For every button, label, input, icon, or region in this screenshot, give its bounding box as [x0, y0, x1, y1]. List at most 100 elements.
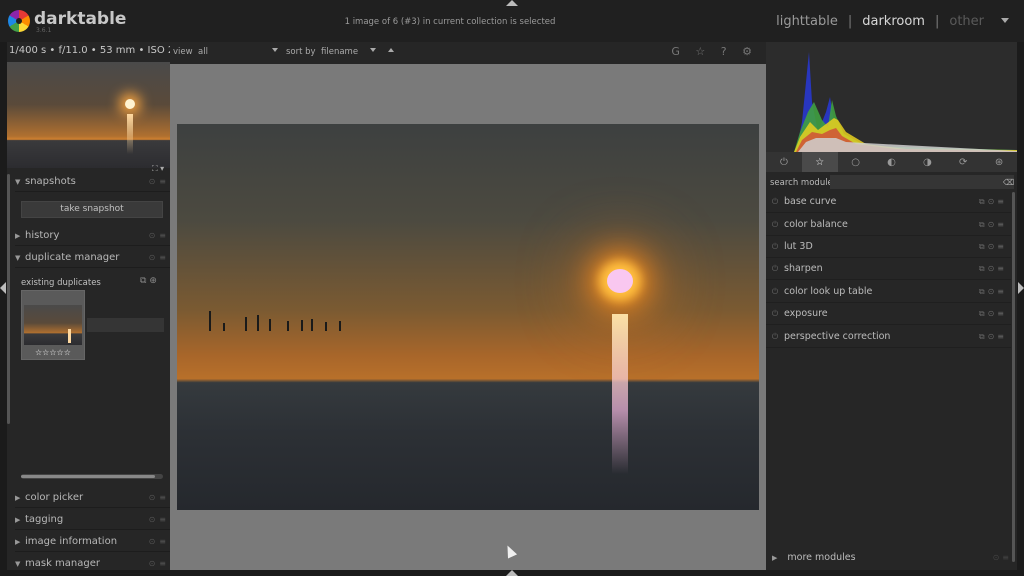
module-actions-icon[interactable]: ⧉⊙≡: [979, 332, 1011, 342]
duplicate-version-field[interactable]: [87, 318, 164, 332]
chevron-down-icon[interactable]: [1001, 18, 1009, 23]
existing-duplicates-label: existing duplicates: [21, 278, 101, 288]
module-reset-icon[interactable]: ⊙≡: [149, 537, 170, 546]
module-reset-icon[interactable]: ⊙≡: [149, 253, 170, 262]
chevron-down-icon[interactable]: [370, 48, 376, 52]
search-module-input[interactable]: [830, 175, 1014, 189]
right-scrollbar[interactable]: [1012, 192, 1015, 562]
chevron-right-icon: ▶: [15, 537, 21, 546]
right-panel-toggle-icon[interactable]: [1018, 282, 1024, 294]
sort-by-label: sort by: [286, 47, 316, 57]
module-exposure[interactable]: ⏻ exposure ⧉⊙≡: [766, 303, 1011, 325]
star-rating[interactable]: ☆☆☆☆☆: [35, 348, 71, 357]
app-brand: darktable: [34, 9, 127, 29]
gear-icon[interactable]: ⚙: [742, 45, 758, 58]
module-reset-icon[interactable]: ⊙≡: [149, 493, 170, 502]
module-perspective-correction[interactable]: ⏻ perspective correction ⧉⊙≡: [766, 326, 1011, 348]
search-module-label: search module: [770, 178, 833, 188]
module-color-picker[interactable]: ▶ color picker ⊙≡: [15, 488, 170, 508]
view-darkroom[interactable]: darkroom: [862, 14, 925, 29]
power-icon[interactable]: ⏻: [766, 332, 784, 342]
power-icon[interactable]: ⏻: [766, 287, 784, 297]
effect-icon[interactable]: ⊛: [981, 152, 1017, 172]
module-color-balance[interactable]: ⏻ color balance ⧉⊙≡: [766, 214, 1011, 236]
module-duplicate-manager[interactable]: ▼ duplicate manager ⊙≡: [15, 248, 170, 268]
sort-order-icon[interactable]: [388, 48, 394, 52]
module-label: lut 3D: [784, 241, 813, 252]
sort-by-select[interactable]: filename: [321, 47, 358, 57]
module-color-look-up-table[interactable]: ⏻ color look up table ⧉⊙≡: [766, 281, 1011, 303]
chevron-down-icon[interactable]: [272, 48, 278, 52]
module-reset-icon[interactable]: ⊙≡: [149, 515, 170, 524]
power-icon[interactable]: ⏻: [766, 197, 784, 207]
module-label: history: [25, 230, 60, 241]
module-history[interactable]: ▶ history ⊙≡: [15, 226, 170, 246]
duplicate-thumbnail-image: [24, 305, 82, 345]
more-modules-label: more modules: [787, 552, 856, 563]
module-image-information[interactable]: ▶ image information ⊙≡: [15, 532, 170, 552]
module-actions-icon[interactable]: ⧉⊙≡: [979, 264, 1011, 274]
module-actions-icon[interactable]: ⧉⊙≡: [979, 287, 1011, 297]
module-snapshots[interactable]: ▼ snapshots ⊙≡: [15, 172, 170, 192]
thumbnail-sun: [125, 99, 135, 109]
left-panel-toggle-icon[interactable]: [0, 282, 6, 294]
module-reset-icon[interactable]: ⊙≡: [149, 559, 170, 568]
module-base-curve[interactable]: ⏻ base curve ⧉⊙≡: [766, 191, 1011, 213]
histogram[interactable]: [766, 42, 1017, 152]
app-version: 3.6.1: [36, 27, 52, 34]
module-group-bar: ⏻ ☆ ○ ◐ ◑ ⟳ ⊛: [766, 152, 1017, 172]
clear-icon[interactable]: ⌫: [1003, 178, 1014, 187]
module-label: mask manager: [25, 558, 100, 569]
star-icon[interactable]: ☆: [801, 152, 838, 172]
module-actions-icon[interactable]: ⧉⊙≡: [979, 197, 1011, 207]
horizontal-scrollbar[interactable]: [21, 474, 163, 479]
module-actions-icon[interactable]: ⧉⊙≡: [979, 309, 1011, 319]
take-snapshot-button[interactable]: take snapshot: [21, 201, 163, 218]
module-label: snapshots: [25, 176, 76, 187]
power-icon[interactable]: ⏻: [766, 242, 784, 252]
view-other[interactable]: other: [949, 14, 984, 29]
chevron-right-icon: ▶: [15, 493, 21, 502]
module-reset-icon[interactable]: ⊙≡: [993, 553, 1012, 562]
chevron-right-icon: ▶: [15, 515, 21, 524]
color-icon[interactable]: ◑: [909, 152, 945, 172]
module-label: tagging: [25, 514, 64, 525]
left-panel: 1/400 s • f/11.0 • 53 mm • ISO 200 ⛶ ▾ ▼…: [7, 42, 187, 574]
correct-icon[interactable]: ⟳: [945, 152, 981, 172]
power-icon[interactable]: ⏻: [766, 220, 784, 230]
module-actions-icon[interactable]: ⧉⊙≡: [979, 242, 1011, 252]
tone-icon[interactable]: ◐: [874, 152, 910, 172]
toolbar-right-icons[interactable]: G ☆ ? ⚙: [671, 45, 758, 58]
module-label: base curve: [784, 196, 837, 207]
power-icon[interactable]: ⏻: [766, 309, 784, 319]
module-reset-icon[interactable]: ⊙≡: [149, 177, 170, 186]
power-icon[interactable]: ⏻: [766, 152, 802, 172]
module-label: perspective correction: [784, 331, 891, 342]
navigation-thumbnail[interactable]: [7, 62, 170, 168]
module-actions-icon[interactable]: ⧉⊙≡: [979, 220, 1011, 230]
module-mask-manager[interactable]: ▼ mask manager ⊙≡: [15, 554, 170, 574]
bottom-panel-toggle-icon[interactable]: [506, 570, 518, 576]
module-label: color balance: [784, 219, 848, 230]
view-filter-select[interactable]: all: [198, 47, 208, 57]
module-lut-3d[interactable]: ⏻ lut 3D ⧉⊙≡: [766, 236, 1011, 258]
module-tagging[interactable]: ▶ tagging ⊙≡: [15, 510, 170, 530]
top-panel-toggle-icon[interactable]: [506, 0, 518, 6]
left-scrollbar[interactable]: [7, 174, 10, 424]
sun: [607, 269, 633, 293]
module-label: color look up table: [784, 286, 873, 297]
image-canvas[interactable]: [170, 64, 766, 570]
module-label: image information: [25, 536, 118, 547]
view-lighttable[interactable]: lighttable: [776, 14, 838, 29]
module-sharpen[interactable]: ⏻ sharpen ⧉⊙≡: [766, 258, 1011, 280]
module-label: color picker: [25, 492, 84, 503]
circle-icon[interactable]: ○: [838, 152, 874, 172]
duplicate-thumbnail[interactable]: ☆☆☆☆☆: [21, 290, 85, 360]
toolbar-icons[interactable]: G ☆ ?: [671, 45, 732, 58]
power-icon[interactable]: ⏻: [766, 264, 784, 274]
more-modules[interactable]: ▶ more modules ⊙≡: [772, 552, 1012, 563]
duplicate-actions-icon[interactable]: ⧉⊕: [140, 276, 160, 286]
thumbnail-reflection: [127, 114, 133, 154]
module-reset-icon[interactable]: ⊙≡: [149, 231, 170, 240]
main-image[interactable]: [177, 124, 759, 510]
